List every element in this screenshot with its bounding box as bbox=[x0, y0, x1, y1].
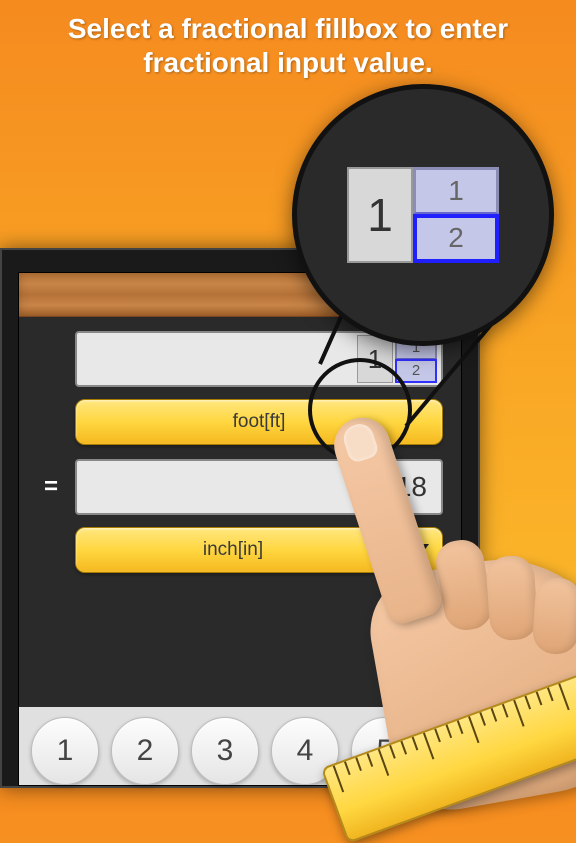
zoom-whole-box: 1 bbox=[347, 167, 413, 263]
result-value: 18 bbox=[396, 471, 437, 503]
chevron-down-icon bbox=[411, 544, 429, 556]
app-screen: 1 1 2 foot[ft] = 18 inch[in] 1 2 bbox=[18, 272, 462, 786]
from-unit-button[interactable]: foot[ft] bbox=[75, 399, 443, 445]
headline-text: Select a fractional fillbox to enter fra… bbox=[0, 0, 576, 79]
key-2[interactable]: 2 bbox=[111, 717, 179, 785]
unit-dropdown-button[interactable] bbox=[397, 527, 443, 573]
denominator-box[interactable]: 2 bbox=[395, 359, 437, 384]
to-unit-button[interactable]: inch[in] bbox=[75, 527, 391, 573]
result-field: 18 bbox=[75, 459, 443, 515]
key-1[interactable]: 1 bbox=[31, 717, 99, 785]
key-3[interactable]: 3 bbox=[191, 717, 259, 785]
whole-number-box[interactable]: 1 bbox=[357, 335, 393, 383]
equals-sign: = bbox=[37, 473, 65, 501]
from-unit-row: foot[ft] bbox=[19, 387, 461, 445]
result-row: = 18 bbox=[19, 445, 461, 515]
zoom-denominator-box: 2 bbox=[413, 214, 499, 264]
to-unit-row: inch[in] bbox=[19, 515, 461, 573]
zoom-numerator-box: 1 bbox=[413, 167, 499, 214]
zoom-callout: 1 1 2 bbox=[292, 84, 554, 346]
